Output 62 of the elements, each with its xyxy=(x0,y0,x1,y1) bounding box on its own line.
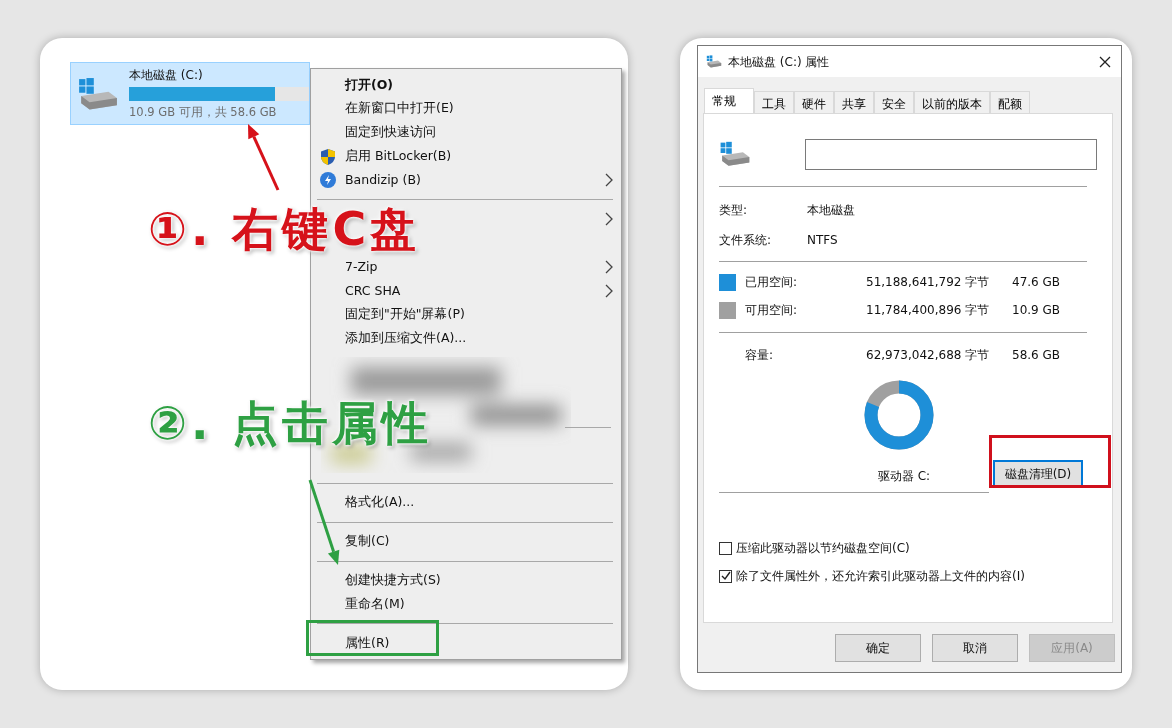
drive-tile[interactable]: 本地磁盘 (C:) 10.9 GB 可用，共 58.6 GB xyxy=(70,62,310,125)
tab[interactable]: 以前的版本 xyxy=(914,91,990,113)
checkbox-label: 除了文件属性外，还允许索引此驱动器上文件的内容(I) xyxy=(736,568,1025,585)
menu-item[interactable]: 重命名(M) xyxy=(311,592,621,617)
menu-item[interactable]: 打开(O) xyxy=(311,73,621,97)
menu-item[interactable]: 在新窗口中打开(E) xyxy=(311,96,621,121)
menu-item[interactable]: CRC SHA xyxy=(311,278,621,303)
byte-count: 62,973,042,688 字节 xyxy=(866,347,991,364)
menu-item[interactable]: 创建快捷方式(S) xyxy=(311,568,621,593)
menu-item[interactable]: 添加到压缩文件(A)... xyxy=(311,326,621,351)
shield-icon xyxy=(320,147,336,166)
menu-item[interactable]: 启用 BitLocker(B) xyxy=(311,144,621,169)
menu-item[interactable]: 固定到"开始"屏幕(P) xyxy=(311,302,621,327)
disk-cleanup-button[interactable]: 磁盘清理(D) xyxy=(993,460,1083,487)
chevron-right-icon xyxy=(605,212,613,227)
tab[interactable]: 安全 xyxy=(874,91,914,113)
tab[interactable]: 配额 xyxy=(990,91,1030,113)
dialog-button[interactable]: 确定 xyxy=(835,634,921,662)
field-value: 本地磁盘 xyxy=(807,202,855,219)
tab[interactable]: 工具 xyxy=(754,91,794,113)
menu-item[interactable]: 属性(R) xyxy=(311,631,621,656)
drive-name: 本地磁盘 (C:) xyxy=(129,66,204,84)
tab[interactable]: 常规 xyxy=(704,88,754,113)
lightning-icon xyxy=(320,172,336,189)
drive-caption: 驱动器 C: xyxy=(876,468,932,485)
chevron-right-icon xyxy=(605,260,613,274)
window-title: 本地磁盘 (C:) 属性 xyxy=(728,53,830,71)
usage-donut xyxy=(864,380,934,450)
checkbox[interactable] xyxy=(719,569,732,583)
byte-count: 51,188,641,792 字节 xyxy=(866,274,991,291)
checkbox[interactable] xyxy=(719,541,732,555)
step-caption: ②. 点击属性 xyxy=(148,400,433,446)
chevron-right-icon xyxy=(605,173,613,188)
check-icon xyxy=(720,571,731,581)
size-value: 47.6 GB xyxy=(1012,274,1061,291)
tab[interactable]: 共享 xyxy=(834,91,874,113)
field-label: 文件系统: xyxy=(719,232,773,249)
drive-icon xyxy=(719,141,751,167)
space-label: 容量: xyxy=(745,347,775,364)
space-label: 可用空间: xyxy=(745,302,799,319)
space-label: 已用空间: xyxy=(745,274,799,291)
menu-item[interactable]: 格式化(A)... xyxy=(311,490,621,515)
byte-count: 11,784,400,896 字节 xyxy=(866,302,991,319)
tab[interactable]: 硬件 xyxy=(794,91,834,113)
field-label: 类型: xyxy=(719,202,749,219)
dialog-button[interactable]: 取消 xyxy=(932,634,1018,662)
step-caption: ①. 右键C盘 xyxy=(148,206,421,252)
drive-label-field[interactable] xyxy=(804,138,1097,170)
drive-icon xyxy=(77,76,119,111)
drive-icon xyxy=(706,55,722,68)
menu-item[interactable]: Bandizip (B) xyxy=(311,168,621,193)
checkbox-label: 压缩此驱动器以节约磁盘空间(C) xyxy=(736,540,910,557)
menu-item[interactable]: 复制(C) xyxy=(311,529,621,554)
chevron-right-icon xyxy=(605,283,613,298)
size-value: 10.9 GB xyxy=(1012,302,1061,319)
arrow xyxy=(248,124,280,191)
drive-summary: 10.9 GB 可用，共 58.6 GB xyxy=(129,103,278,121)
size-value: 58.6 GB xyxy=(1012,347,1061,364)
close-icon[interactable] xyxy=(1099,55,1111,68)
field-value: NTFS xyxy=(807,232,838,249)
menu-item[interactable]: 7-Zip xyxy=(311,255,621,279)
menu-item[interactable]: 固定到快速访问 xyxy=(311,120,621,145)
